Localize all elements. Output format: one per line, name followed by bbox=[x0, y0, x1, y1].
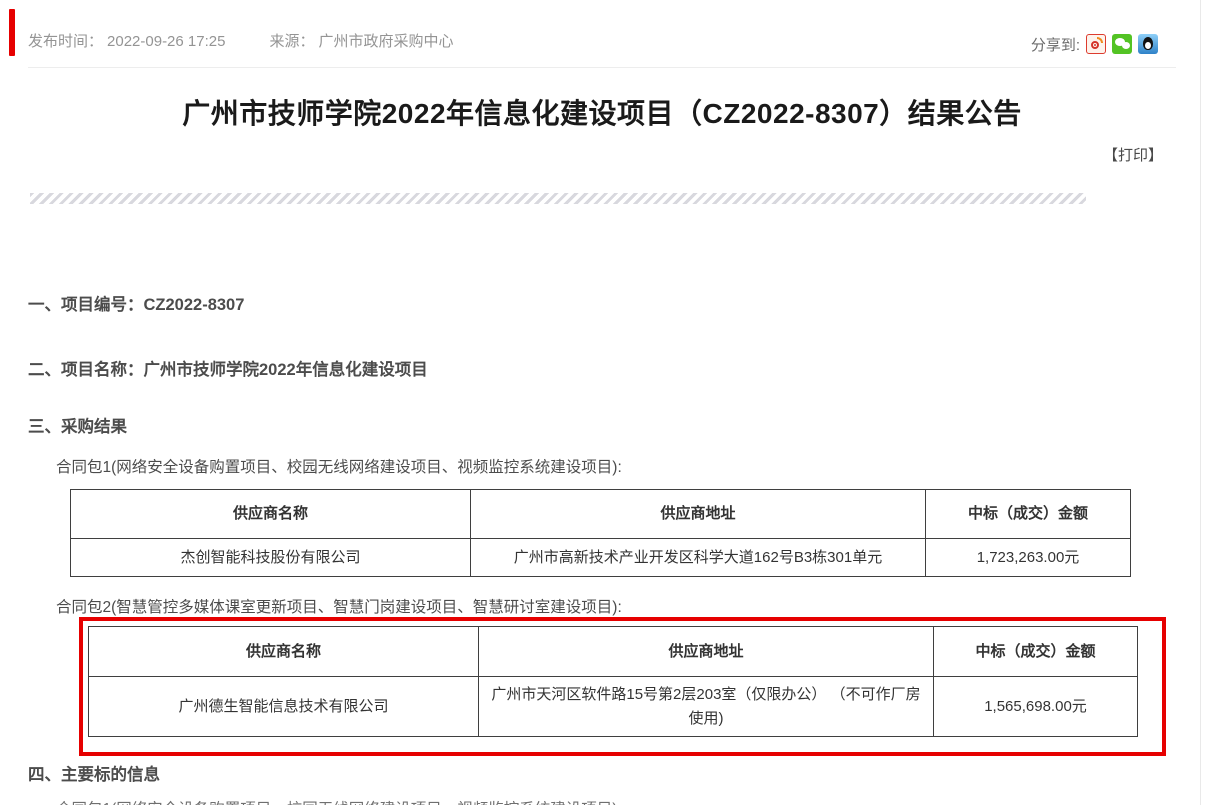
section-project-name: 二、项目名称：广州市技师学院2022年信息化建设项目 bbox=[28, 356, 428, 380]
header-divider bbox=[28, 67, 1176, 68]
section-procurement-result: 三、采购结果 bbox=[28, 413, 127, 437]
source-label: 来源： bbox=[269, 33, 314, 50]
section-main-subject-info: 四、主要标的信息 bbox=[28, 761, 160, 785]
result-table-package-2: 供应商名称 供应商地址 中标（成交）金额 广州德生智能信息技术有限公司 广州市天… bbox=[88, 626, 1138, 737]
share-label: 分享到: bbox=[1031, 34, 1080, 55]
weibo-icon[interactable] bbox=[1086, 34, 1106, 54]
print-button[interactable]: 【打印】 bbox=[1103, 144, 1163, 165]
supplier-address-cell: 广州市高新技术产业开发区科学大道162号B3栋301单元 bbox=[471, 539, 926, 577]
publish-time-label: 发布时间： bbox=[28, 33, 103, 50]
hatched-divider bbox=[30, 193, 1086, 204]
red-annotation-mark bbox=[9, 9, 15, 56]
col-header-award-amount: 中标（成交）金额 bbox=[926, 490, 1131, 539]
section-project-number: 一、项目编号：CZ2022-8307 bbox=[28, 291, 244, 315]
page-title: 广州市技师学院2022年信息化建设项目（CZ2022-8307）结果公告 bbox=[0, 92, 1204, 132]
col-header-supplier-address: 供应商地址 bbox=[471, 490, 926, 539]
clipped-bottom-text: 合同包1(网络安全设备购置项目、校园无线网络建设项目、视频监控系统建设项目): bbox=[56, 797, 622, 805]
result-table-package-1: 供应商名称 供应商地址 中标（成交）金额 杰创智能科技股份有限公司 广州市高新技… bbox=[70, 489, 1131, 577]
supplier-address-cell: 广州市天河区软件路15号第2层203室（仅限办公） （不可作厂房使用) bbox=[479, 677, 934, 737]
supplier-name-cell: 广州德生智能信息技术有限公司 bbox=[89, 677, 479, 737]
package-2-label: 合同包2(智慧管控多媒体课室更新项目、智慧门岗建设项目、智慧研讨室建设项目): bbox=[56, 595, 622, 617]
wechat-bubble-small-shape bbox=[1122, 42, 1130, 49]
col-header-supplier-name: 供应商名称 bbox=[89, 627, 479, 677]
package-1-label: 合同包1(网络安全设备购置项目、校园无线网络建设项目、视频监控系统建设项目): bbox=[56, 455, 622, 477]
table-row: 广州德生智能信息技术有限公司 广州市天河区软件路15号第2层203室（仅限办公）… bbox=[89, 677, 1138, 737]
col-header-supplier-address: 供应商地址 bbox=[479, 627, 934, 677]
share-toolbar: 分享到: bbox=[1031, 32, 1158, 56]
supplier-name-cell: 杰创智能科技股份有限公司 bbox=[71, 539, 471, 577]
article-meta-bar: 发布时间：2022-09-26 17:25 来源：广州市政府采购中心 bbox=[28, 30, 1028, 52]
weibo-pupil-shape bbox=[1094, 44, 1096, 46]
table-row: 杰创智能科技股份有限公司 广州市高新技术产业开发区科学大道162号B3栋301单… bbox=[71, 539, 1131, 577]
table-header-row: 供应商名称 供应商地址 中标（成交）金额 bbox=[89, 627, 1138, 677]
qq-penguin-belly-shape bbox=[1145, 42, 1151, 49]
col-header-supplier-name: 供应商名称 bbox=[71, 490, 471, 539]
source-value: 广州市政府采购中心 bbox=[318, 33, 453, 50]
publish-time-value: 2022-09-26 17:25 bbox=[107, 33, 225, 50]
wechat-icon[interactable] bbox=[1112, 34, 1132, 54]
award-amount-cell: 1,723,263.00元 bbox=[926, 539, 1131, 577]
qq-icon[interactable] bbox=[1138, 34, 1158, 54]
weibo-signal-shape bbox=[1097, 37, 1103, 43]
col-header-award-amount: 中标（成交）金额 bbox=[934, 627, 1138, 677]
table-header-row: 供应商名称 供应商地址 中标（成交）金额 bbox=[71, 490, 1131, 539]
award-amount-cell: 1,565,698.00元 bbox=[934, 677, 1138, 737]
